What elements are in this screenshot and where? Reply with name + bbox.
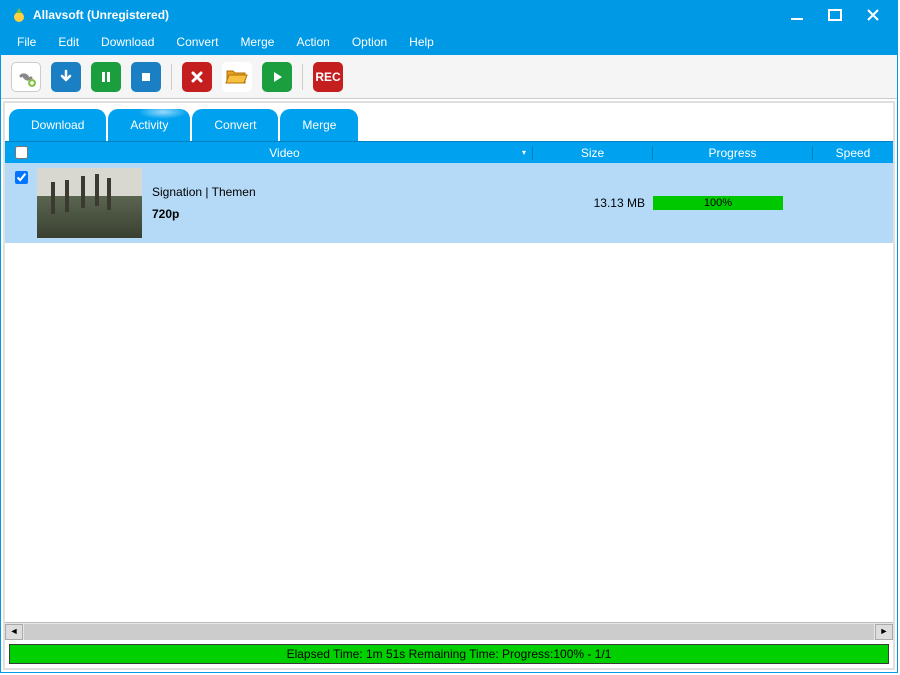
progress-cell: 100% bbox=[653, 196, 813, 210]
menubar: File Edit Download Convert Merge Action … bbox=[1, 29, 897, 55]
window-controls bbox=[787, 5, 883, 25]
sort-indicator-icon: ▾ bbox=[522, 148, 526, 157]
menu-merge[interactable]: Merge bbox=[230, 32, 284, 52]
row-checkbox[interactable] bbox=[15, 171, 28, 184]
menu-file[interactable]: File bbox=[7, 32, 46, 52]
status-bar: Elapsed Time: 1m 51s Remaining Time: Pro… bbox=[9, 644, 889, 664]
menu-convert[interactable]: Convert bbox=[166, 32, 228, 52]
horizontal-scrollbar[interactable]: ◄ ► bbox=[5, 622, 893, 640]
menu-edit[interactable]: Edit bbox=[48, 32, 89, 52]
record-label: REC bbox=[315, 70, 340, 84]
header-progress[interactable]: Progress bbox=[653, 146, 813, 160]
app-window: Allavsoft (Unregistered) File Edit Downl… bbox=[0, 0, 898, 673]
scroll-right-button[interactable]: ► bbox=[875, 624, 893, 640]
window-title: Allavsoft (Unregistered) bbox=[33, 8, 787, 22]
video-quality: 720p bbox=[152, 207, 533, 221]
content-area: Download Activity Convert Merge Video ▾ … bbox=[3, 101, 895, 670]
record-button[interactable]: REC bbox=[313, 62, 343, 92]
stop-button[interactable] bbox=[131, 62, 161, 92]
scroll-left-button[interactable]: ◄ bbox=[5, 624, 23, 640]
progress-bar: 100% bbox=[653, 196, 783, 210]
toolbar-separator bbox=[302, 64, 303, 90]
minimize-button[interactable] bbox=[787, 5, 807, 25]
paste-url-button[interactable] bbox=[11, 62, 41, 92]
tab-merge[interactable]: Merge bbox=[280, 109, 358, 141]
download-button[interactable] bbox=[51, 62, 81, 92]
tabs: Download Activity Convert Merge bbox=[9, 109, 893, 141]
delete-button[interactable] bbox=[182, 62, 212, 92]
toolbar: REC bbox=[1, 55, 897, 99]
tab-download[interactable]: Download bbox=[9, 109, 106, 141]
header-video[interactable]: Video ▾ bbox=[37, 146, 533, 160]
table-header: Video ▾ Size Progress Speed bbox=[5, 141, 893, 163]
header-speed[interactable]: Speed bbox=[813, 146, 893, 160]
menu-action[interactable]: Action bbox=[286, 32, 339, 52]
menu-option[interactable]: Option bbox=[342, 32, 397, 52]
tab-convert[interactable]: Convert bbox=[192, 109, 278, 141]
row-check-cell bbox=[5, 169, 37, 187]
menu-help[interactable]: Help bbox=[399, 32, 444, 52]
open-folder-button[interactable] bbox=[222, 62, 252, 92]
app-icon bbox=[11, 7, 27, 23]
table-row[interactable]: Signation | Themen 720p 13.13 MB 100% bbox=[5, 163, 893, 243]
scroll-track[interactable] bbox=[24, 624, 874, 640]
tab-activity[interactable]: Activity bbox=[108, 109, 190, 141]
close-button[interactable] bbox=[863, 5, 883, 25]
pause-button[interactable] bbox=[91, 62, 121, 92]
video-title: Signation | Themen bbox=[152, 185, 533, 199]
play-button[interactable] bbox=[262, 62, 292, 92]
video-size: 13.13 MB bbox=[533, 196, 653, 210]
video-thumbnail bbox=[37, 168, 142, 238]
status-text: Elapsed Time: 1m 51s Remaining Time: Pro… bbox=[287, 647, 612, 661]
menu-download[interactable]: Download bbox=[91, 32, 164, 52]
table-body: Signation | Themen 720p 13.13 MB 100% bbox=[5, 163, 893, 622]
select-all-checkbox[interactable] bbox=[15, 146, 28, 159]
header-video-label: Video bbox=[269, 146, 299, 160]
toolbar-separator bbox=[171, 64, 172, 90]
header-select-all[interactable] bbox=[5, 145, 37, 161]
header-size[interactable]: Size bbox=[533, 146, 653, 160]
row-info: Signation | Themen 720p bbox=[152, 185, 533, 221]
titlebar: Allavsoft (Unregistered) bbox=[1, 1, 897, 29]
maximize-button[interactable] bbox=[825, 5, 845, 25]
